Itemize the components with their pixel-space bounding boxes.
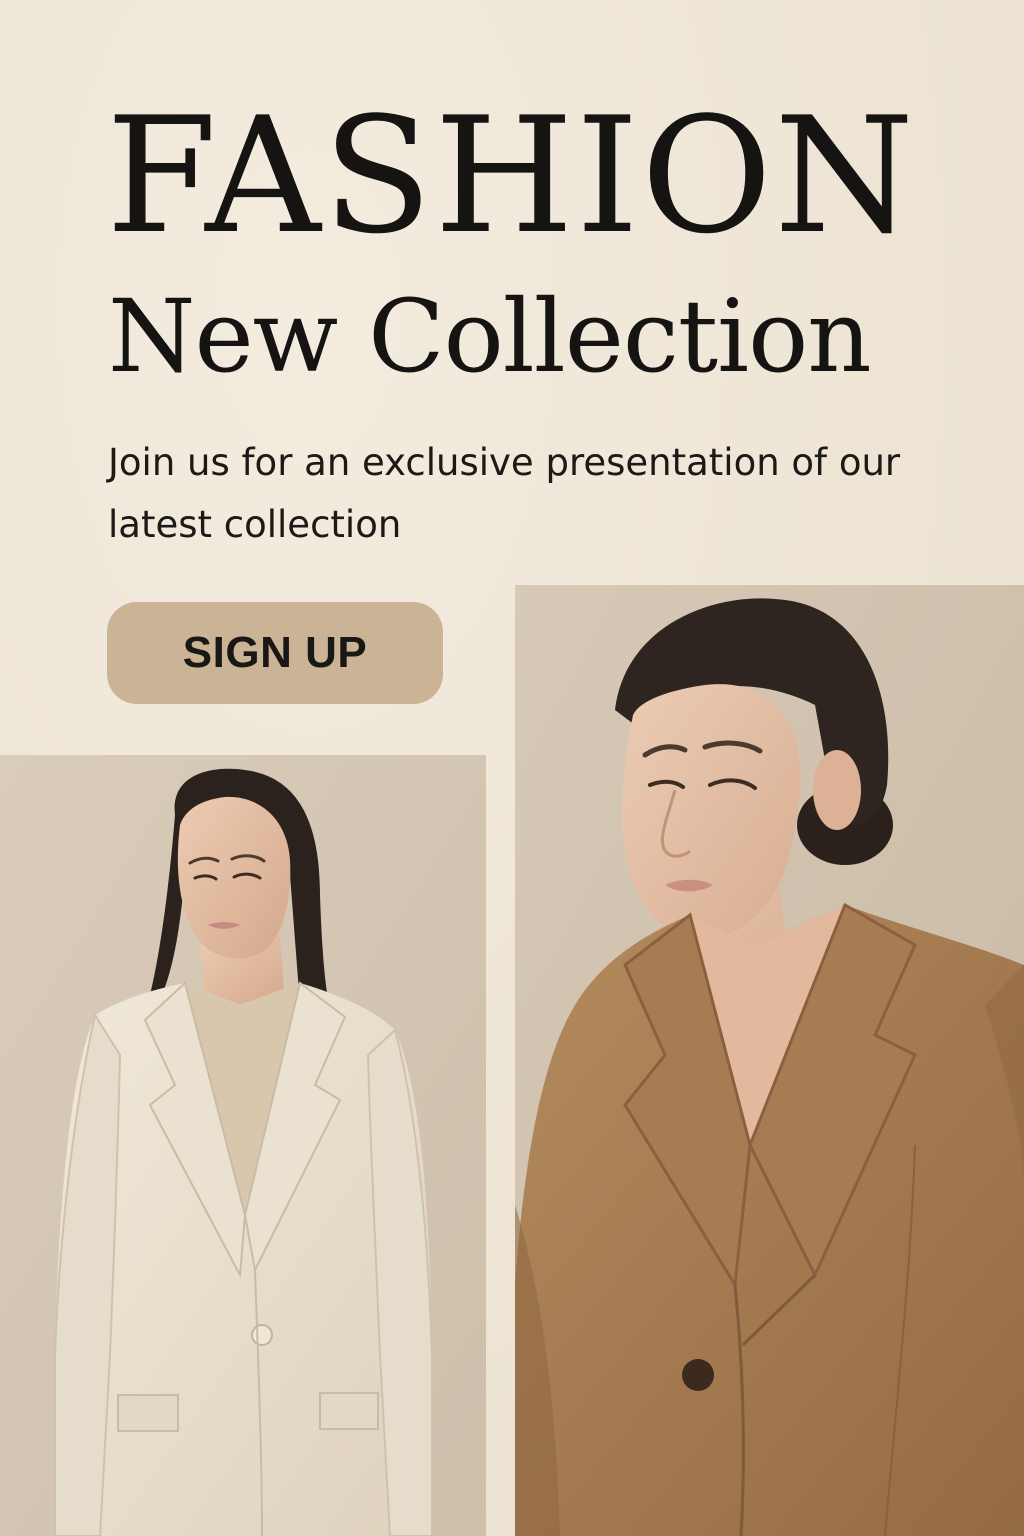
poster-description: Join us for an exclusive presentation of… (108, 441, 901, 546)
model-camel-blazer-photo (515, 585, 1024, 1536)
poster-title: FASHION (106, 82, 917, 269)
model-camel-blazer-illustration (515, 585, 1024, 1536)
fashion-poster: FASHION New Collection Join us for an ex… (0, 0, 1024, 1536)
sign-up-button[interactable]: SIGN UP (107, 602, 443, 704)
model-cream-blazer-photo (0, 755, 486, 1536)
poster-subtitle: New Collection (108, 278, 872, 395)
model-cream-blazer-illustration (0, 755, 486, 1536)
